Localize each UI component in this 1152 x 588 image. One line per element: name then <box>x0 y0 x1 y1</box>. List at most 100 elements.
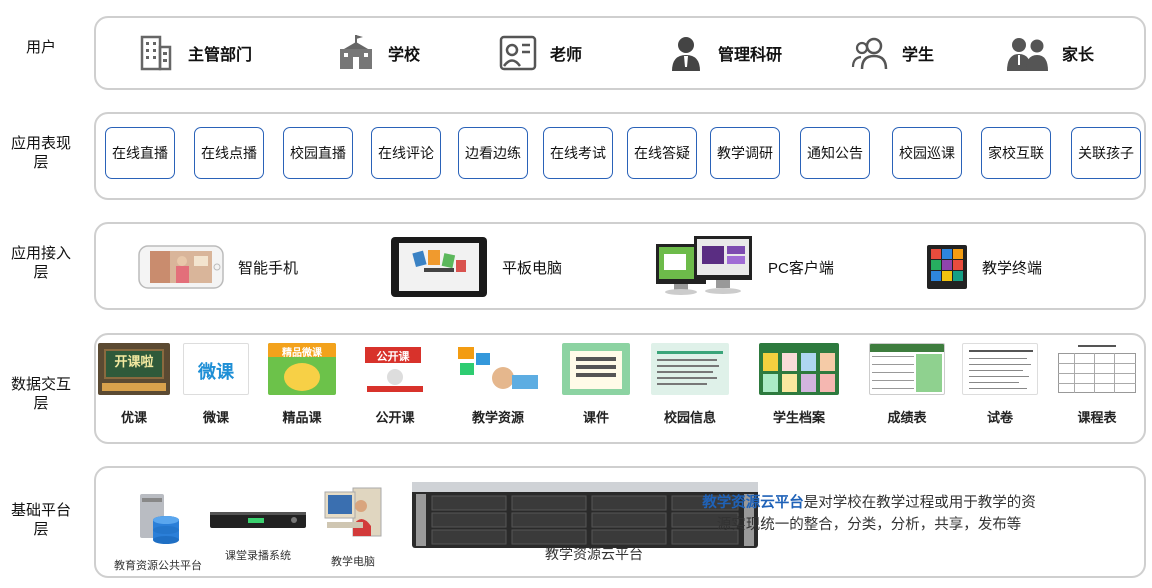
layer-label-base: 基础平台层 <box>10 502 71 538</box>
data-label: 校园信息 <box>663 410 716 425</box>
tablet-icon <box>391 237 487 297</box>
layer-label-data: 数据交互层 <box>10 376 71 412</box>
platform-description: 教学资源云平台是对学校在教学过程或用于教学的资源实现统一的整合，分类，分析，共享… <box>696 492 1042 536</box>
thumbnail-text: 精品微课 <box>282 348 322 359</box>
user-item: 学生 <box>850 18 934 88</box>
data-item[interactable]: 课件 <box>551 343 641 426</box>
server-label: 教学资源云平台 <box>545 546 643 562</box>
app-button[interactable]: 教学调研 <box>710 127 780 179</box>
school-icon <box>340 35 372 69</box>
base-item: 教学电脑 <box>322 482 384 569</box>
layer-label-users: 用户 <box>25 39 56 56</box>
student-archive-thumbnail <box>759 343 839 395</box>
teaching-resources-thumbnail <box>454 343 542 395</box>
user-item: 管理科研 <box>666 18 782 88</box>
data-item[interactable]: 开课啦 优课 <box>89 343 179 426</box>
user-item: 家长 <box>1006 18 1094 88</box>
user-label: 学校 <box>388 47 421 64</box>
students-icon <box>851 37 888 70</box>
device-item: 智能手机 <box>138 224 298 310</box>
user-item: 老师 <box>498 18 582 88</box>
app-button[interactable]: 在线评论 <box>371 127 441 179</box>
base-label: 教学电脑 <box>331 556 375 568</box>
micro-course-thumbnail: 微课 <box>183 343 249 395</box>
data-item[interactable]: 精品微课 精品课 <box>257 343 347 426</box>
user-label: 老师 <box>550 47 583 64</box>
data-label: 试卷 <box>986 410 1013 425</box>
data-item[interactable]: 校园信息 <box>645 343 735 426</box>
base-item: 课堂录播系统 <box>206 508 310 563</box>
app-button[interactable]: 在线考试 <box>543 127 613 179</box>
base-item: 教育资源公共平台 <box>110 492 206 573</box>
data-label: 公开课 <box>375 410 415 425</box>
base-label: 课堂录播系统 <box>225 550 291 562</box>
thumbnail-text: 开课啦 <box>114 354 154 369</box>
data-label: 微课 <box>202 410 229 425</box>
users-panel: 主管部门 学校 老师 管理科研 学生 家长 <box>94 16 1146 90</box>
device-item: 教学终端 <box>926 224 1042 310</box>
base-label: 教育资源公共平台 <box>114 560 202 572</box>
device-item: 平板电脑 <box>390 224 562 310</box>
data-item[interactable]: 公开课 公开课 <box>350 343 440 426</box>
app-button[interactable]: 边看边练 <box>458 127 528 179</box>
quality-course-thumbnail: 精品微课 <box>268 343 336 395</box>
base-panel: 教育资源公共平台 课堂录播系统 教学电脑 教学资源云平台 教学资源云平台是对学校… <box>94 466 1146 578</box>
app-button[interactable]: 家校互联 <box>981 127 1051 179</box>
user-label: 学生 <box>902 47 935 64</box>
app-button[interactable]: 关联孩子 <box>1071 127 1141 179</box>
data-item[interactable]: 课程表 <box>1052 343 1142 426</box>
app-button[interactable]: 校园巡课 <box>892 127 962 179</box>
app-button[interactable]: 校园直播 <box>283 127 353 179</box>
manager-icon <box>672 37 700 71</box>
user-label: 主管部门 <box>188 47 253 64</box>
data-item[interactable]: 学生档案 <box>754 343 844 426</box>
chalkboard-thumbnail: 开课啦 <box>98 343 170 395</box>
data-item[interactable]: 成绩表 <box>862 343 952 426</box>
apps-panel: 在线直播 在线点播 校园直播 在线评论 边看边练 在线考试 在线答疑 教学调研 … <box>94 112 1146 200</box>
device-label: PC客户端 <box>768 259 834 277</box>
timetable-thumbnail <box>1054 343 1140 395</box>
app-button[interactable]: 在线直播 <box>105 127 175 179</box>
data-item[interactable]: 教学资源 <box>453 343 543 426</box>
app-button[interactable]: 在线答疑 <box>627 127 697 179</box>
campus-info-thumbnail <box>651 343 729 395</box>
app-button[interactable]: 在线点播 <box>194 127 264 179</box>
data-label: 优课 <box>120 410 147 425</box>
user-label: 家长 <box>1062 47 1095 64</box>
pc-icon <box>656 236 752 295</box>
open-class-thumbnail: 公开课 <box>359 343 431 395</box>
layer-label-apps: 应用表现层 <box>10 135 71 171</box>
building-icon <box>140 35 172 71</box>
data-label: 成绩表 <box>887 410 927 425</box>
data-label: 教学资源 <box>471 410 524 425</box>
teacher-icon <box>499 35 537 71</box>
device-item: PC客户端 <box>654 224 834 310</box>
data-item[interactable]: 试卷 <box>955 343 1045 426</box>
device-label: 平板电脑 <box>502 259 563 277</box>
platform-description-highlight: 教学资源云平台 <box>702 495 804 511</box>
parents-icon <box>1007 38 1048 71</box>
terminal-icon <box>927 245 967 289</box>
thumbnail-text: 微课 <box>198 362 234 382</box>
user-item: 学校 <box>336 18 420 88</box>
device-label: 教学终端 <box>982 259 1043 277</box>
user-label: 管理科研 <box>718 47 783 64</box>
database-icon <box>140 494 179 544</box>
access-panel: 智能手机 平板电脑 PC客户端 教学终端 <box>94 222 1146 310</box>
exam-paper-thumbnail <box>962 343 1038 395</box>
data-panel: 开课啦 优课 微课 微课 精品微课 精品课 公开课 公开课 教学资源 课件 校园… <box>94 333 1146 444</box>
layer-label-access: 应用接入层 <box>10 245 71 281</box>
data-item[interactable]: 微课 微课 <box>171 343 261 426</box>
user-item: 主管部门 <box>136 18 252 88</box>
data-label: 课件 <box>582 410 609 425</box>
recorder-icon <box>210 512 306 528</box>
data-label: 课程表 <box>1077 410 1117 425</box>
data-label: 学生档案 <box>772 410 825 425</box>
score-table-thumbnail <box>869 343 945 395</box>
data-label: 精品课 <box>282 410 322 425</box>
device-label: 智能手机 <box>238 259 299 277</box>
smartphone-icon <box>138 245 224 289</box>
thumbnail-text: 公开课 <box>376 351 410 363</box>
computer-icon <box>324 487 382 537</box>
app-button[interactable]: 通知公告 <box>800 127 870 179</box>
